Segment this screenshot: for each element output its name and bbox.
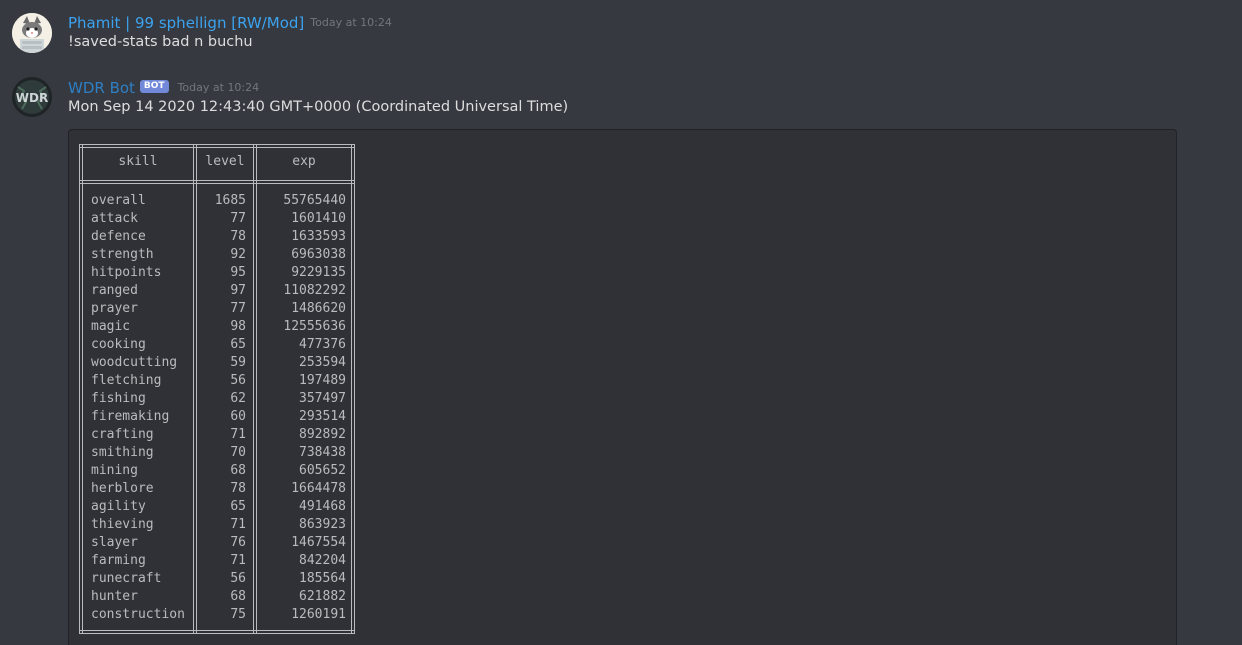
table-header-exp: exp [292, 154, 316, 169]
level-cell: 98 [230, 319, 246, 334]
code-block: skill level exp overall 1685 55765440 attac… [68, 129, 1177, 645]
skill-cell: defence [91, 229, 146, 244]
exp-cell: 477376 [299, 337, 346, 352]
timestamp[interactable]: Today at 10:24 [178, 78, 260, 98]
level-cell: 65 [230, 337, 246, 352]
exp-cell: 12555636 [283, 319, 346, 334]
exp-cell: 253594 [299, 355, 346, 370]
skill-cell: slayer [91, 535, 138, 550]
skill-cell: fletching [91, 373, 162, 388]
level-cell: 71 [230, 553, 246, 568]
level-cell: 70 [230, 445, 246, 460]
skill-cell: mining [91, 463, 138, 478]
exp-cell: 1633593 [291, 229, 346, 244]
exp-cell: 1467554 [291, 535, 346, 550]
skill-cell: crafting [91, 427, 154, 442]
skill-cell: attack [91, 211, 138, 226]
wdr-logo-text: WDR [16, 91, 48, 105]
bot-tag-badge: BOT [139, 80, 169, 93]
exp-cell: 197489 [299, 373, 346, 388]
skill-cell: prayer [91, 301, 138, 316]
exp-cell: 293514 [299, 409, 346, 424]
level-cell: 95 [230, 265, 246, 280]
cat-avatar-icon [12, 13, 52, 53]
avatar[interactable] [12, 13, 52, 53]
exp-cell: 1486620 [291, 301, 346, 316]
exp-cell: 621882 [299, 589, 346, 604]
skill-cell: fishing [91, 391, 146, 406]
level-cell: 77 [230, 301, 246, 316]
level-cell: 62 [230, 391, 246, 406]
message-text: !saved-stats bad n buchu [68, 34, 253, 50]
table-border-bottom [79, 630, 355, 634]
level-cell: 75 [230, 607, 246, 622]
level-cell: 77 [230, 211, 246, 226]
table-border-top [79, 144, 355, 148]
bot-avatar[interactable]: WDR [12, 77, 52, 117]
message-header: WDR Bot BOT Today at 10:24 [68, 77, 259, 97]
exp-cell: 491468 [299, 499, 346, 514]
table-header-skill: skill [118, 154, 158, 169]
skill-cell: firemaking [91, 409, 170, 424]
exp-cell: 357497 [299, 391, 346, 406]
skill-cell: hunter [91, 589, 138, 604]
bot-username[interactable]: WDR Bot [68, 78, 135, 98]
skill-cell: magic [91, 319, 131, 334]
timestamp[interactable]: Today at 10:24 [310, 13, 392, 33]
skill-cell: cooking [91, 337, 146, 352]
table-header-level: level [205, 154, 245, 169]
table-column-line [351, 144, 355, 634]
level-cell: 78 [230, 229, 246, 244]
level-cell: 71 [230, 427, 246, 442]
skill-cell: hitpoints [91, 265, 162, 280]
level-cell: 59 [230, 355, 246, 370]
exp-cell: 185564 [299, 571, 346, 586]
message-text: Mon Sep 14 2020 12:43:40 GMT+0000 (Coord… [68, 99, 569, 115]
exp-cell: 863923 [299, 517, 346, 532]
skill-cell: overall [91, 193, 146, 208]
level-cell: 60 [230, 409, 246, 424]
skill-cell: herblore [91, 481, 154, 496]
exp-cell: 1260191 [291, 607, 346, 622]
level-cell: 71 [230, 517, 246, 532]
username[interactable]: Phamit | 99 sphellign [RW/Mod] [68, 13, 304, 33]
skill-cell: strength [91, 247, 154, 262]
level-cell: 92 [230, 247, 246, 262]
skill-cell: ranged [91, 283, 138, 298]
chat-messages: Phamit | 99 sphellign [RW/Mod] Today at 1… [0, 0, 1242, 645]
level-cell: 65 [230, 499, 246, 514]
table-header-separator [79, 180, 355, 184]
exp-cell: 6963038 [291, 247, 346, 262]
skill-cell: thieving [91, 517, 154, 532]
skill-cell: farming [91, 553, 146, 568]
exp-cell: 11082292 [283, 283, 346, 298]
exp-cell: 1601410 [291, 211, 346, 226]
wdr-logo-icon: WDR [12, 77, 52, 117]
exp-cell: 55765440 [283, 193, 346, 208]
exp-cell: 605652 [299, 463, 346, 478]
exp-cell: 1664478 [291, 481, 346, 496]
level-cell: 56 [230, 571, 246, 586]
exp-cell: 738438 [299, 445, 346, 460]
skill-cell: smithing [91, 445, 154, 460]
exp-cell: 9229135 [291, 265, 346, 280]
skill-cell: construction [91, 607, 185, 622]
level-cell: 56 [230, 373, 246, 388]
skill-cell: woodcutting [91, 355, 178, 370]
level-cell: 68 [230, 463, 246, 478]
level-cell: 1685 [214, 193, 246, 208]
skill-cell: agility [91, 499, 146, 514]
table-column-line [79, 144, 83, 634]
level-cell: 78 [230, 481, 246, 496]
level-cell: 68 [230, 589, 246, 604]
message-header: Phamit | 99 sphellign [RW/Mod] Today at 1… [68, 12, 392, 32]
level-cell: 76 [230, 535, 246, 550]
exp-cell: 842204 [299, 553, 346, 568]
skill-cell: runecraft [91, 571, 162, 586]
level-cell: 97 [230, 283, 246, 298]
exp-cell: 892892 [299, 427, 346, 442]
